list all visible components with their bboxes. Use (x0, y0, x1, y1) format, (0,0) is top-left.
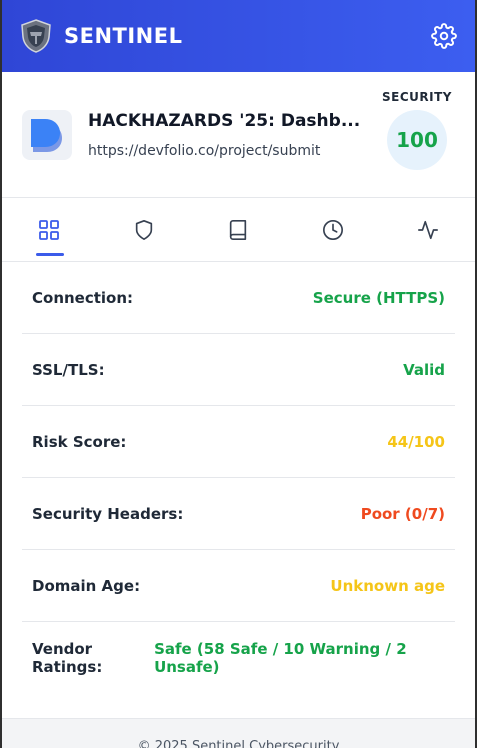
detail-value: 44/100 (387, 432, 445, 451)
detail-row-security-headers: Security Headers: Poor (0/7) (22, 478, 455, 550)
settings-button[interactable] (429, 21, 459, 51)
detail-value: Valid (403, 360, 445, 379)
security-label: SECURITY (382, 89, 452, 104)
site-title: HACKHAZARDS '25: Dashb... (88, 110, 361, 131)
detail-value: Poor (0/7) (360, 504, 445, 523)
tab-learn[interactable] (191, 198, 286, 262)
tab-bar (2, 198, 475, 262)
security-score-widget: SECURITY 100 (379, 90, 455, 170)
tab-history[interactable] (286, 198, 381, 262)
activity-icon (417, 220, 438, 239)
site-summary: HACKHAZARDS '25: Dashb... https://devfol… (2, 72, 475, 198)
detail-value: Safe (58 Safe / 10 Warning / 2 Unsafe) (154, 640, 407, 676)
detail-row-domain-age: Domain Age: Unknown age (22, 550, 455, 622)
detail-label: Security Headers: (32, 504, 184, 523)
detail-value: Secure (HTTPS) (312, 288, 445, 307)
detail-row-connection: Connection: Secure (HTTPS) (22, 262, 455, 334)
gear-icon (431, 23, 457, 49)
shield-icon (135, 219, 153, 240)
security-details-list: Connection: Secure (HTTPS) SSL/TLS: Vali… (2, 262, 475, 694)
detail-label: Connection: (32, 288, 134, 307)
app-title: SENTINEL (64, 24, 183, 48)
tab-overview[interactable] (2, 198, 97, 262)
tab-activity[interactable] (380, 198, 475, 262)
detail-label: Risk Score: (32, 432, 127, 451)
detail-label: Domain Age: (32, 576, 141, 595)
site-url: https://devfolio.co/project/submit (88, 142, 321, 159)
detail-value: Unknown age (330, 576, 445, 595)
site-favicon (22, 109, 72, 160)
detail-row-risk-score: Risk Score: 44/100 (22, 406, 455, 478)
detail-row-vendor-ratings: Vendor Ratings: Safe (58 Safe / 10 Warni… (22, 622, 455, 694)
grid-icon (39, 219, 60, 240)
security-score-badge: 100 (387, 109, 447, 170)
shield-knight-icon (20, 18, 54, 54)
detail-label: SSL/TLS: (32, 360, 105, 379)
header-bar: SENTINEL (2, 0, 475, 72)
clock-icon (323, 219, 344, 240)
detail-label: Vendor Ratings: (32, 640, 103, 676)
devfolio-logo-icon (31, 118, 62, 152)
extension-popup: SENTINEL HACKHAZARDS '25: Dashb... https… (0, 0, 477, 748)
footer-copyright: © 2025 Sentinel Cybersecurity (2, 718, 475, 748)
detail-row-ssl: SSL/TLS: Valid (22, 334, 455, 406)
tab-security[interactable] (97, 198, 192, 262)
book-icon (230, 219, 247, 240)
